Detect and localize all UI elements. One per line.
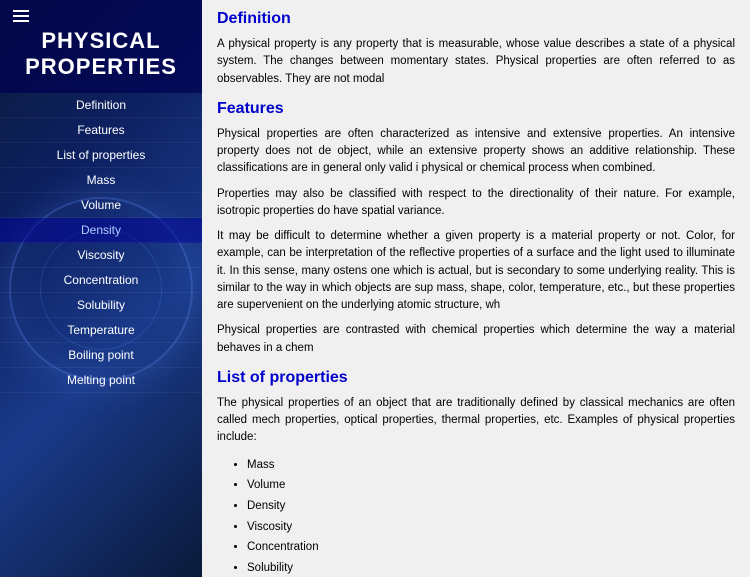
main-content: Definition A physical property is any pr… — [202, 0, 750, 577]
sidebar-nav: DefinitionFeaturesList of propertiesMass… — [0, 93, 202, 393]
sidebar-title: PHYSICAL PROPERTIES — [5, 28, 197, 81]
features-para-4: Physical properties are contrasted with … — [217, 322, 735, 357]
list-of-properties-title: List of properties — [217, 369, 735, 387]
menu-icon-bar — [5, 10, 197, 22]
sidebar-item-mass[interactable]: Mass — [0, 168, 202, 193]
sidebar-item-features[interactable]: Features — [0, 118, 202, 143]
sidebar-item-volume[interactable]: Volume — [0, 193, 202, 218]
title-line2: PROPERTIES — [25, 54, 177, 79]
features-para-2: Properties may also be classified with r… — [217, 186, 735, 221]
sidebar-item-solubility[interactable]: Solubility — [0, 293, 202, 318]
sidebar-item-temperature[interactable]: Temperature — [0, 318, 202, 343]
list-intro: The physical properties of an object tha… — [217, 395, 735, 447]
hamburger-icon — [13, 10, 29, 22]
sidebar-item-density[interactable]: Density — [0, 218, 202, 243]
list-item: Concentration — [247, 537, 735, 558]
sidebar-header: PHYSICAL PROPERTIES — [0, 0, 202, 93]
features-title: Features — [217, 100, 735, 118]
features-para-3: It may be difficult to determine whether… — [217, 228, 735, 314]
title-line1: PHYSICAL — [41, 28, 160, 53]
sidebar-item-boiling-point[interactable]: Boiling point — [0, 343, 202, 368]
property-list: MassVolumeDensityViscosityConcentrationS… — [217, 455, 735, 577]
sidebar: PHYSICAL PROPERTIES DefinitionFeaturesLi… — [0, 0, 202, 577]
list-item: Viscosity — [247, 517, 735, 538]
definition-title: Definition — [217, 10, 735, 28]
features-para-1: Physical properties are often characteri… — [217, 126, 735, 178]
sidebar-item-list-of-properties[interactable]: List of properties — [0, 143, 202, 168]
sidebar-item-concentration[interactable]: Concentration — [0, 268, 202, 293]
definition-para-1: A physical property is any property that… — [217, 36, 735, 88]
list-item: Volume — [247, 475, 735, 496]
list-item: Solubility — [247, 558, 735, 577]
sidebar-item-definition[interactable]: Definition — [0, 93, 202, 118]
list-item: Mass — [247, 455, 735, 476]
sidebar-item-melting-point[interactable]: Melting point — [0, 368, 202, 393]
list-item: Density — [247, 496, 735, 517]
sidebar-item-viscosity[interactable]: Viscosity — [0, 243, 202, 268]
